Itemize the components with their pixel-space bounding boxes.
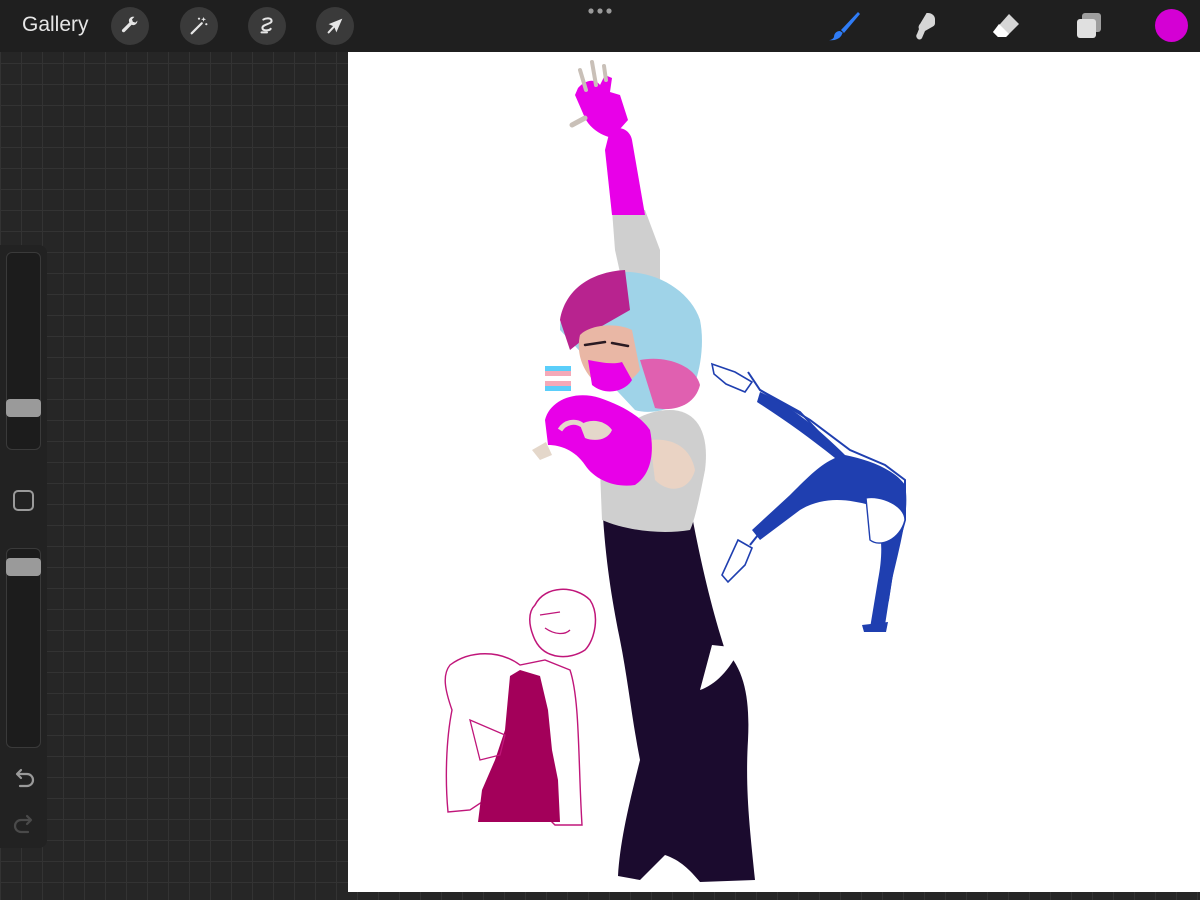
- smudge-icon: [916, 13, 935, 40]
- opacity-slider[interactable]: [6, 548, 41, 748]
- eraser-tool-button[interactable]: [988, 8, 1024, 44]
- brush-tool-button[interactable]: [826, 8, 862, 44]
- transform-button[interactable]: [316, 7, 354, 45]
- pink-sketch-figure: [444, 588, 597, 826]
- smudge-tool-button[interactable]: [906, 8, 942, 44]
- selection-icon: [260, 17, 273, 34]
- redo-icon[interactable]: [11, 812, 37, 838]
- actions-button[interactable]: [111, 7, 149, 45]
- layers-icon: [1077, 13, 1101, 38]
- eraser-icon: [993, 14, 1019, 37]
- adjustments-button[interactable]: [180, 7, 218, 45]
- opacity-handle[interactable]: [6, 558, 41, 577]
- flag-patch: [545, 366, 571, 391]
- layers-button[interactable]: [1071, 8, 1107, 44]
- brush-size-handle[interactable]: [6, 399, 41, 418]
- undo-icon[interactable]: [11, 766, 37, 792]
- brush-size-slider[interactable]: [6, 252, 41, 450]
- top-toolbar: Gallery: [0, 0, 1200, 52]
- drawing-canvas[interactable]: [348, 52, 1200, 892]
- main-figure-head: [560, 270, 702, 412]
- left-sidebar: [0, 245, 47, 848]
- modifier-square-icon[interactable]: [13, 490, 34, 511]
- selection-button[interactable]: [248, 7, 286, 45]
- blue-sketch-figure: [710, 362, 907, 632]
- more-options-button[interactable]: [586, 2, 614, 20]
- brush-icon: [829, 12, 860, 41]
- magic-wand-icon: [190, 16, 208, 35]
- wrench-icon: [121, 16, 138, 33]
- gallery-button[interactable]: Gallery: [22, 13, 89, 37]
- main-figure-raised-arm: [569, 60, 660, 295]
- transform-arrow-icon: [327, 18, 343, 34]
- color-picker-button[interactable]: [1155, 9, 1188, 42]
- ellipsis-icon: [588, 8, 612, 14]
- artwork: [444, 60, 907, 882]
